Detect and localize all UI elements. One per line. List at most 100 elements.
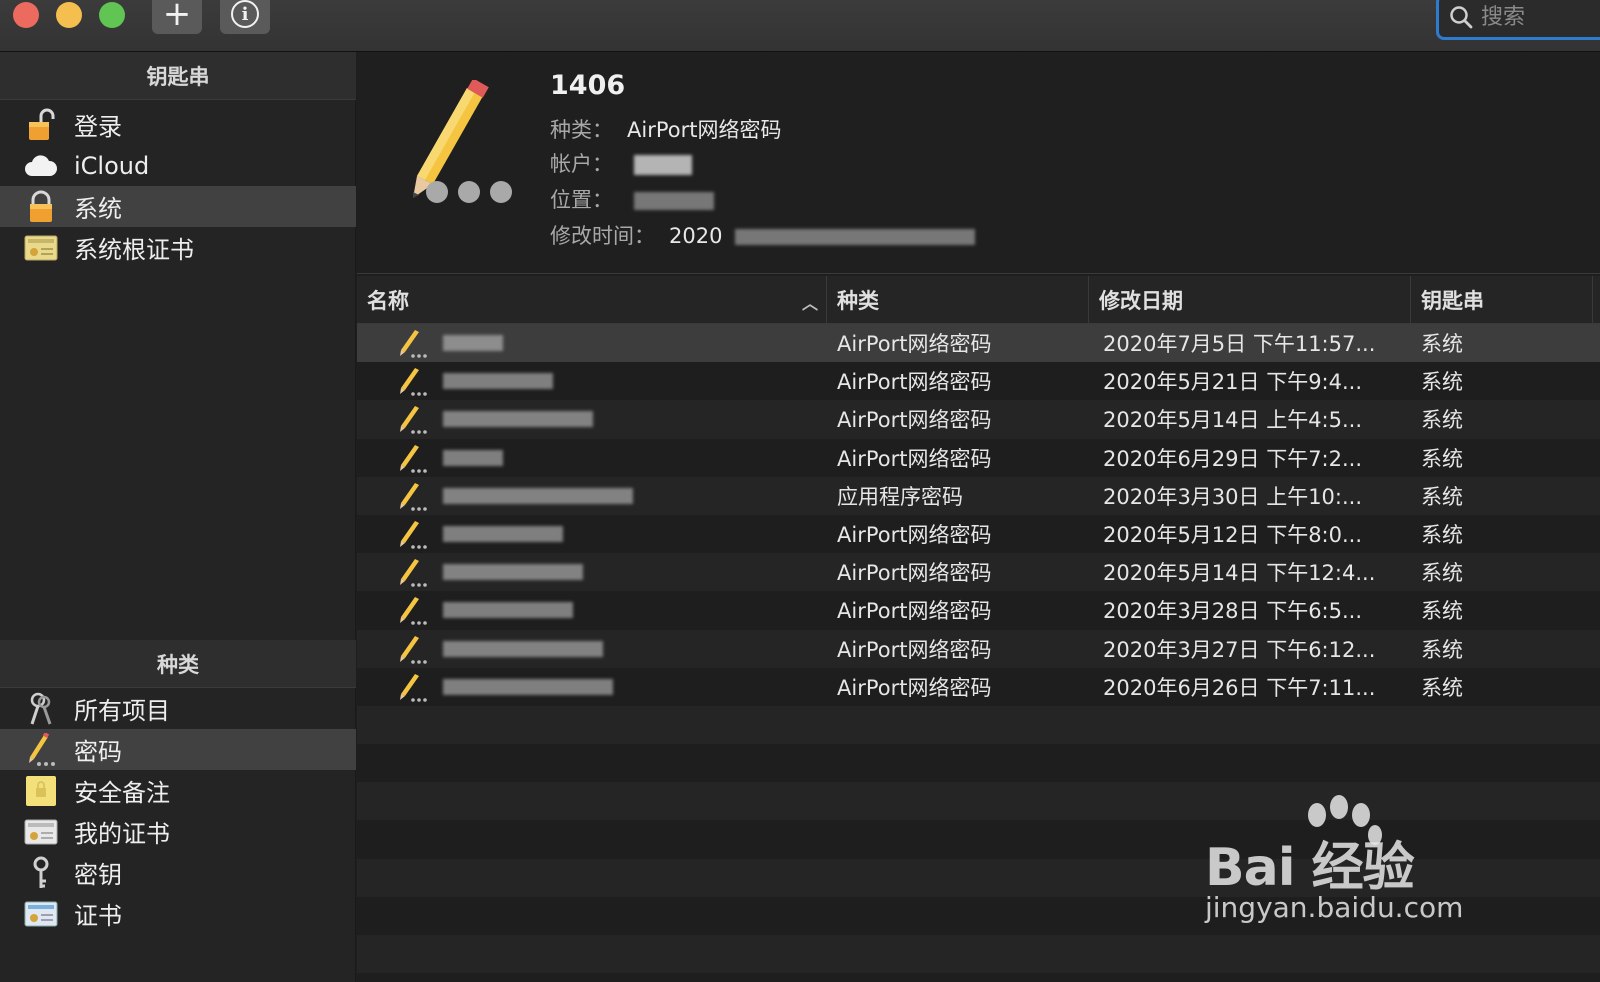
sidebar-item-passwords[interactable]: 密码 xyxy=(0,729,356,770)
cell-name xyxy=(357,477,827,515)
cell-keychain: 系统 xyxy=(1421,523,1463,548)
cell-keychain: 系统 xyxy=(1421,446,1463,471)
sidebar-item-label: 登录 xyxy=(74,113,122,141)
padlock-icon xyxy=(24,190,58,224)
categories-section: 种类 所有项目 密码 安全备注 我的证书 密钥 证书 xyxy=(0,640,356,934)
cell-name xyxy=(357,400,827,438)
cell-keychain: 系统 xyxy=(1421,370,1463,395)
sidebar-item-label: 安全备注 xyxy=(74,779,170,807)
table-row[interactable]: 应用程序密码 2020年3月30日 上午10:... 系统 xyxy=(357,476,1600,515)
search-field[interactable] xyxy=(1436,0,1600,40)
table-row[interactable]: AirPort网络密码 2020年6月29日 下午7:2... 系统 xyxy=(357,438,1600,477)
pencil-icon xyxy=(397,366,431,397)
cell-keychain: 系统 xyxy=(1421,599,1463,624)
redacted-name xyxy=(443,335,503,352)
item-detail-header: 1406 种类： AirPort网络密码 帐户： 位置： 修改时间： 2020 xyxy=(357,52,1600,274)
cell-kind: AirPort网络密码 xyxy=(837,637,992,662)
cell-keychain: 系统 xyxy=(1421,675,1463,700)
column-date-label: 修改日期 xyxy=(1099,288,1183,313)
search-input[interactable] xyxy=(1481,4,1591,30)
cell-name xyxy=(357,630,827,668)
plus-icon: + xyxy=(162,0,192,34)
sidebar-item-icloud[interactable]: iCloud xyxy=(0,145,356,186)
redacted-location xyxy=(633,192,714,210)
certificate-icon xyxy=(24,231,58,265)
sidebar-item-system-roots[interactable]: 系统根证书 xyxy=(0,227,356,268)
item-account-field: 帐户： xyxy=(550,148,692,178)
table-row[interactable]: AirPort网络密码 2020年3月27日 下午6:12... 系统 xyxy=(357,629,1600,668)
categories-header: 种类 xyxy=(0,640,356,688)
close-window-button[interactable] xyxy=(13,2,39,28)
cell-date: 2020年5月21日 下午9:4... xyxy=(1103,370,1363,395)
cell-keychain: 系统 xyxy=(1421,332,1463,357)
pencil-icon xyxy=(397,672,431,702)
sidebar-item-certificates[interactable]: 证书 xyxy=(0,893,356,934)
item-modified-field: 修改时间： 2020 xyxy=(550,220,976,250)
sidebar-item-all-items[interactable]: 所有项目 xyxy=(0,688,356,729)
search-icon xyxy=(1449,5,1473,29)
sidebar-item-label: 密钥 xyxy=(74,861,122,889)
redacted-name xyxy=(443,640,603,657)
cell-kind: AirPort网络密码 xyxy=(837,370,992,395)
column-header-keychain[interactable]: 钥匙串 xyxy=(1411,276,1593,323)
cell-name xyxy=(357,324,827,362)
sidebar-item-system[interactable]: 系统 xyxy=(0,186,356,227)
cell-name xyxy=(357,591,827,629)
certificate-icon xyxy=(24,897,58,931)
cell-date: 2020年3月27日 下午6:12... xyxy=(1103,637,1376,662)
sidebar-item-login[interactable]: 登录 xyxy=(0,104,356,145)
minimize-window-button[interactable] xyxy=(56,2,82,28)
column-kind-label: 种类 xyxy=(837,288,879,313)
cell-kind: AirPort网络密码 xyxy=(837,332,992,357)
keychains-header: 钥匙串 xyxy=(0,52,356,100)
title-bar: + i xyxy=(0,0,1600,52)
column-header-date[interactable]: 修改日期 xyxy=(1089,276,1411,323)
watermark-url: jingyan.baidu.com xyxy=(1205,891,1464,924)
redacted-name xyxy=(443,602,573,619)
cell-kind: 应用程序密码 xyxy=(837,484,963,509)
sidebar-item-label: 所有项目 xyxy=(74,697,170,725)
baidu-watermark: Bai 经验 jingyan.baidu.com xyxy=(1205,795,1505,935)
kind-value: AirPort网络密码 xyxy=(627,118,782,142)
empty-table-row xyxy=(357,935,1600,974)
cell-kind: AirPort网络密码 xyxy=(837,675,992,700)
redacted-name xyxy=(443,564,583,581)
cell-date: 2020年5月14日 上午4:5... xyxy=(1103,408,1363,433)
cell-keychain: 系统 xyxy=(1421,561,1463,586)
info-button[interactable]: i xyxy=(220,0,270,34)
cell-date: 2020年7月5日 下午11:57... xyxy=(1103,332,1376,357)
add-item-button[interactable]: + xyxy=(152,0,202,34)
column-header-name[interactable]: 名称 ︿ xyxy=(357,276,827,323)
redacted-account xyxy=(633,155,692,175)
redacted-name xyxy=(443,411,593,428)
sidebar-item-my-certificates[interactable]: 我的证书 xyxy=(0,811,356,852)
password-item-icon xyxy=(389,78,519,210)
cell-date: 2020年3月28日 下午6:5... xyxy=(1103,599,1363,624)
column-header-kind[interactable]: 种类 xyxy=(827,276,1089,323)
column-name-label: 名称 xyxy=(367,288,409,313)
cell-name xyxy=(357,668,827,706)
table-row[interactable]: AirPort网络密码 2020年5月14日 上午4:5... 系统 xyxy=(357,400,1600,439)
table-row[interactable]: AirPort网络密码 2020年5月12日 下午8:0... 系统 xyxy=(357,514,1600,554)
table-row[interactable]: AirPort网络密码 2020年6月26日 下午7:11... 系统 xyxy=(357,667,1600,706)
sidebar-item-label: 系统根证书 xyxy=(74,236,194,264)
cell-kind: AirPort网络密码 xyxy=(837,599,992,624)
table-row[interactable]: AirPort网络密码 2020年7月5日 下午11:57... 系统 xyxy=(357,324,1600,363)
secure-note-icon xyxy=(24,774,58,808)
cell-kind: AirPort网络密码 xyxy=(837,446,992,471)
table-row[interactable]: AirPort网络密码 2020年3月28日 下午6:5... 系统 xyxy=(357,591,1600,630)
table-row[interactable]: AirPort网络密码 2020年5月21日 下午9:4... 系统 xyxy=(357,362,1600,401)
key-icon xyxy=(24,856,58,890)
pencil-icon xyxy=(397,443,431,473)
pencil-icon xyxy=(397,634,431,664)
pencil-icon xyxy=(397,328,431,358)
sidebar-item-keys[interactable]: 密钥 xyxy=(0,852,356,893)
cell-keychain: 系统 xyxy=(1421,637,1463,662)
cloud-icon xyxy=(24,149,58,183)
sidebar-item-secure-notes[interactable]: 安全备注 xyxy=(0,770,356,811)
redacted-name xyxy=(443,526,563,543)
zoom-window-button[interactable] xyxy=(99,2,125,28)
empty-table-row xyxy=(357,705,1600,745)
sidebar-item-label: 密码 xyxy=(74,738,122,766)
table-row[interactable]: AirPort网络密码 2020年5月14日 下午12:4... 系统 xyxy=(357,553,1600,592)
